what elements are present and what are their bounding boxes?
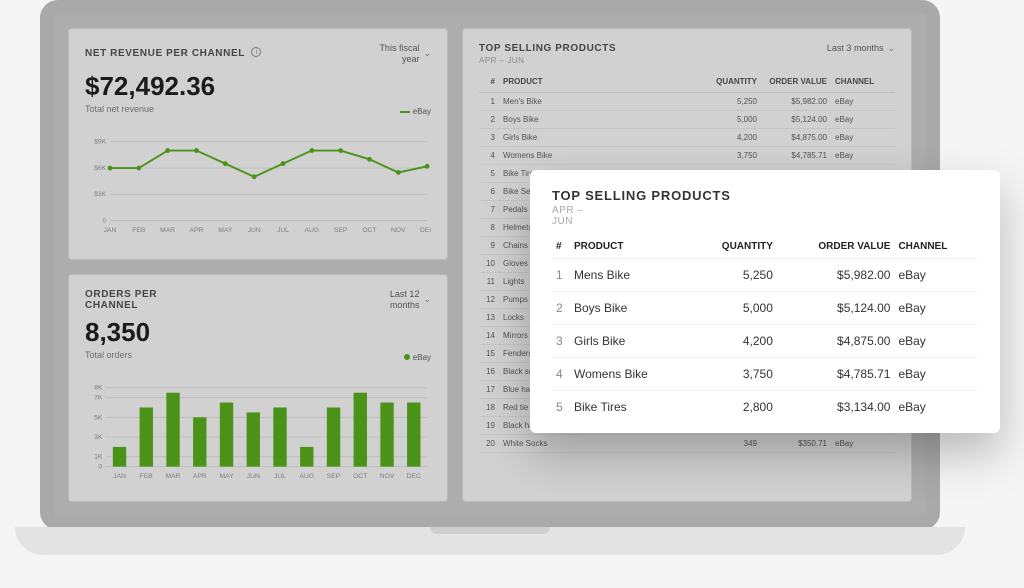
svg-text:7K: 7K — [94, 395, 103, 402]
table-row[interactable]: 1Men's Bike5,250$5,982.00eBay — [479, 93, 895, 111]
svg-text:1K: 1K — [94, 454, 103, 461]
svg-text:DEC: DEC — [407, 473, 421, 480]
svg-text:JAN: JAN — [113, 473, 126, 480]
top-selling-title: TOP SELLING PRODUCTS — [479, 43, 616, 54]
top-selling-range: APR – JUN — [479, 56, 616, 65]
table-header-row: # PRODUCT QUANTITY ORDER VALUE CHANNEL — [479, 73, 895, 93]
svg-text:MAY: MAY — [218, 227, 233, 234]
svg-text:$3K: $3K — [94, 191, 106, 198]
table-row[interactable]: 3Girls Bike4,200$4,875.00eBay — [479, 129, 895, 147]
popup-row[interactable]: 5Bike Tires2,800$3,134.00eBay — [552, 391, 978, 424]
orders-legend: eBay — [413, 353, 431, 362]
svg-text:MAR: MAR — [166, 473, 181, 480]
popup-title: TOP SELLING PRODUCTS — [552, 188, 978, 203]
svg-text:OCT: OCT — [353, 473, 367, 480]
svg-text:$6K: $6K — [94, 165, 106, 172]
svg-text:8K: 8K — [94, 385, 103, 392]
orders-card: ORDERS PER CHANNEL Last 12 months ⌄ 8,35… — [68, 274, 448, 502]
svg-text:JUN: JUN — [247, 473, 260, 480]
svg-text:FEB: FEB — [140, 473, 154, 480]
popup-range: APR –JUN — [552, 205, 978, 227]
chevron-down-icon: ⌄ — [887, 43, 895, 54]
chevron-down-icon: ⌄ — [423, 294, 431, 305]
svg-text:0: 0 — [102, 217, 106, 224]
svg-text:NOV: NOV — [391, 227, 406, 234]
svg-text:JUL: JUL — [274, 473, 286, 480]
net-revenue-period-selector[interactable]: This fiscal year ⌄ — [369, 43, 431, 65]
svg-text:5K: 5K — [94, 414, 103, 421]
laptop-notch — [430, 527, 550, 534]
top-selling-popup: TOP SELLING PRODUCTS APR –JUN # PRODUCT … — [530, 170, 1000, 433]
svg-text:APR: APR — [193, 473, 207, 480]
table-row[interactable]: 2Boys Bike5,000$5,124.00eBay — [479, 111, 895, 129]
svg-text:JAN: JAN — [104, 227, 117, 234]
orders-period-selector[interactable]: Last 12 months ⌄ — [379, 289, 431, 311]
legend-line-icon — [400, 111, 410, 113]
svg-text:0: 0 — [99, 464, 103, 471]
legend-dot-icon — [404, 354, 410, 360]
svg-text:JUL: JUL — [277, 227, 289, 234]
svg-text:JUN: JUN — [248, 227, 261, 234]
orders-bar-chart: 0 1K 3K 5K 7K 8K JAN FEB MAR APR MAY JUN JUL AUG SEP OC… — [85, 382, 431, 482]
svg-text:$9K: $9K — [94, 138, 106, 145]
popup-table: # PRODUCT QUANTITY ORDER VALUE CHANNEL 1… — [552, 235, 978, 423]
info-icon[interactable]: i — [251, 47, 261, 57]
net-revenue-line-chart: 0 $3K $6K $9K JAN FEB MAR APR MAY JUN JUL AUG SEP OCT… — [85, 136, 431, 236]
net-revenue-title: NET REVENUE PER CHANNEL — [85, 48, 245, 59]
left-column: NET REVENUE PER CHANNEL i This fiscal ye… — [68, 28, 448, 502]
svg-text:DEC: DEC — [420, 227, 431, 234]
svg-text:MAR: MAR — [160, 227, 175, 234]
svg-text:3K: 3K — [94, 434, 103, 441]
svg-text:OCT: OCT — [362, 227, 376, 234]
net-revenue-sub: Total net revenue — [85, 104, 431, 114]
svg-text:NOV: NOV — [380, 473, 395, 480]
net-revenue-value: $72,492.36 — [85, 71, 431, 102]
orders-title: ORDERS PER CHANNEL — [85, 289, 175, 311]
popup-row[interactable]: 3Girls Bike4,200$4,875.00eBay — [552, 325, 978, 358]
popup-row[interactable]: 4Womens Bike3,750$4,785.71eBay — [552, 358, 978, 391]
svg-text:MAY: MAY — [219, 473, 234, 480]
table-row[interactable]: 20White Socks349$350.71eBay — [479, 435, 895, 453]
popup-row[interactable]: 1Mens Bike5,250$5,982.00eBay — [552, 259, 978, 292]
orders-value: 8,350 — [85, 317, 431, 348]
table-row[interactable]: 4Womens Bike3,750$4,785.71eBay — [479, 147, 895, 165]
popup-header-row: # PRODUCT QUANTITY ORDER VALUE CHANNEL — [552, 235, 978, 259]
popup-row[interactable]: 2Boys Bike5,000$5,124.00eBay — [552, 292, 978, 325]
svg-text:AUG: AUG — [299, 473, 314, 480]
svg-text:FEB: FEB — [132, 227, 146, 234]
svg-text:SEP: SEP — [334, 227, 348, 234]
chevron-down-icon: ⌄ — [423, 48, 431, 59]
net-revenue-legend: eBay — [413, 107, 431, 116]
svg-text:AUG: AUG — [305, 227, 320, 234]
svg-text:SEP: SEP — [327, 473, 341, 480]
svg-text:APR: APR — [190, 227, 204, 234]
net-revenue-card: NET REVENUE PER CHANNEL i This fiscal ye… — [68, 28, 448, 260]
top-selling-period-selector[interactable]: Last 3 months ⌄ — [827, 43, 895, 54]
orders-sub: Total orders — [85, 350, 431, 360]
